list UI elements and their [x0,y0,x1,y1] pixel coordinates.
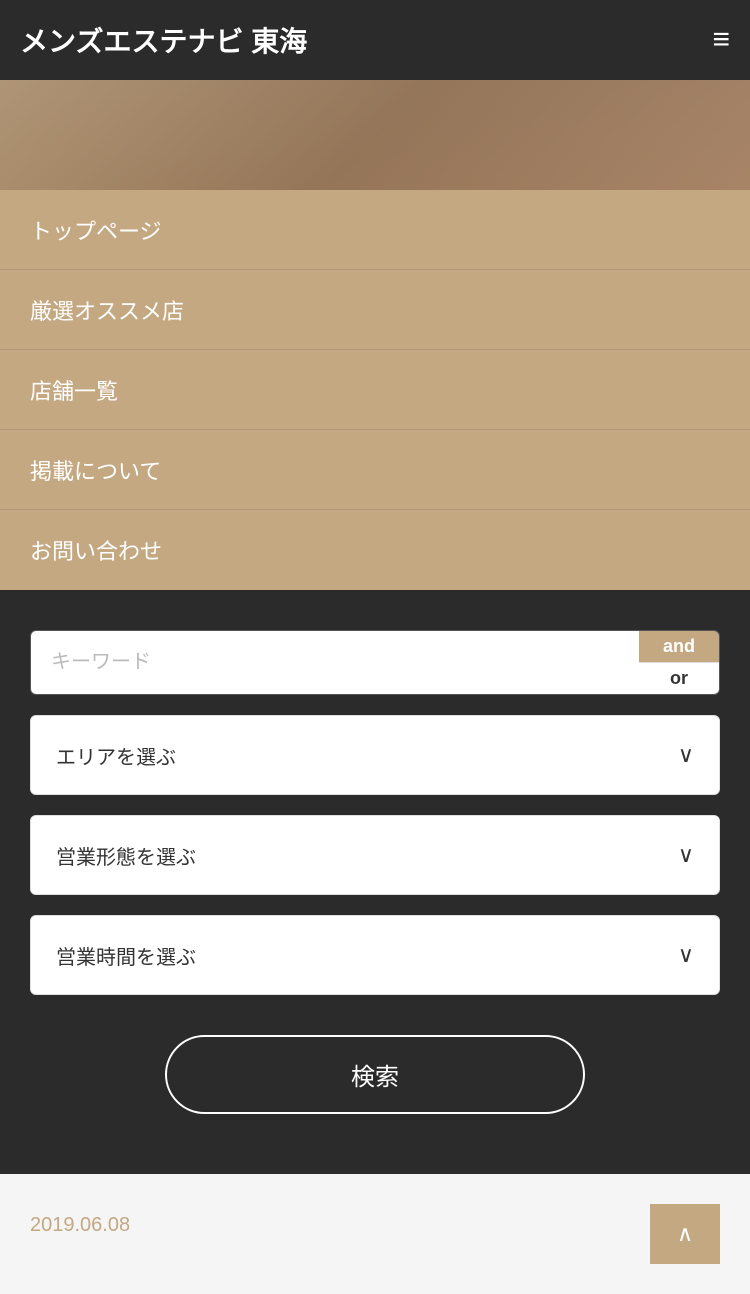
area-chevron-icon: ∨ [678,742,694,768]
business-type-chevron-icon: ∨ [678,842,694,868]
nav-item-store-list[interactable]: 店舗一覧 [0,350,750,430]
search-button-container: 検索 [30,1035,720,1114]
business-type-dropdown-label: 営業形態を選ぶ [56,841,196,870]
hero-image [0,80,750,190]
scroll-top-button[interactable]: ∧ [650,1204,720,1264]
header: メンズエステナビ 東海 ≡ [0,0,750,80]
nav-menu: トップページ 厳選オススメ店 店舗一覧 掲載について お問い合わせ [0,190,750,590]
business-type-dropdown[interactable]: 営業形態を選ぶ ∨ [30,815,720,895]
keyword-row: and or [30,630,720,695]
business-hours-chevron-icon: ∨ [678,942,694,968]
nav-item-store-list-label: 店舗一覧 [30,374,118,406]
site-title: メンズエステナビ 東海 [20,20,307,60]
nav-item-recommended[interactable]: 厳選オススメ店 [0,270,750,350]
or-button[interactable]: or [639,662,719,694]
footer: 2019.06.08 ∧ [0,1174,750,1294]
footer-date: 2019.06.08 [30,1204,130,1237]
scroll-top-icon: ∧ [677,1221,693,1247]
and-or-group: and or [639,631,719,694]
and-button[interactable]: and [639,631,719,662]
keyword-input[interactable] [31,631,639,694]
search-section: and or エリアを選ぶ ∨ 営業形態を選ぶ ∨ 営業時間を選ぶ ∨ 検索 [0,590,750,1174]
business-hours-dropdown[interactable]: 営業時間を選ぶ ∨ [30,915,720,995]
area-dropdown-label: エリアを選ぶ [56,741,176,770]
nav-item-listing-label: 掲載について [30,454,161,486]
nav-item-contact-label: お問い合わせ [30,534,162,566]
hamburger-icon[interactable]: ≡ [712,25,730,55]
nav-item-recommended-label: 厳選オススメ店 [30,294,184,326]
search-button[interactable]: 検索 [165,1035,585,1114]
nav-item-listing[interactable]: 掲載について [0,430,750,510]
area-dropdown[interactable]: エリアを選ぶ ∨ [30,715,720,795]
business-hours-dropdown-label: 営業時間を選ぶ [56,941,196,970]
nav-item-top-label: トップページ [30,214,162,246]
nav-item-top[interactable]: トップページ [0,190,750,270]
nav-item-contact[interactable]: お問い合わせ [0,510,750,590]
